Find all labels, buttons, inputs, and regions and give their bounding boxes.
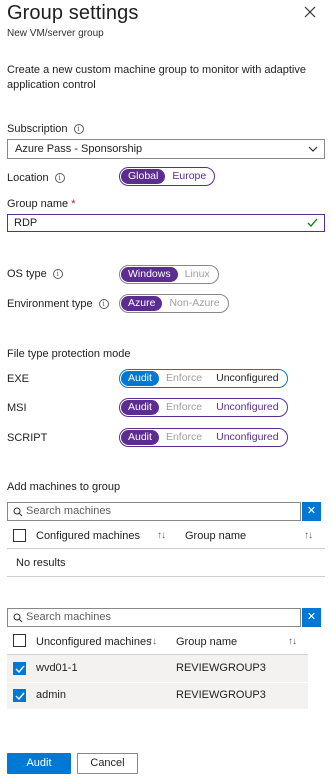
os-option-windows[interactable]: Windows bbox=[121, 267, 178, 282]
checkmark-icon bbox=[15, 665, 25, 673]
script-option-unconfigured[interactable]: Unconfigured bbox=[209, 430, 285, 445]
os-option-linux[interactable]: Linux bbox=[178, 267, 217, 282]
sort-icon[interactable]: ↑↓ bbox=[288, 636, 297, 647]
table-row[interactable]: wvd01-1 REVIEWGROUP3 bbox=[7, 655, 308, 682]
subscription-label: Subscription i bbox=[7, 123, 84, 135]
location-toggle[interactable]: Global Europe bbox=[119, 167, 216, 186]
location-option-global[interactable]: Global bbox=[121, 169, 166, 184]
search-icon bbox=[13, 507, 23, 517]
configured-col-group[interactable]: Group name bbox=[185, 530, 246, 542]
os-type-label: OS type i bbox=[7, 268, 63, 280]
panel-title: Group settings bbox=[7, 2, 139, 24]
subscription-dropdown[interactable]: Azure Pass - Sponsorship bbox=[7, 139, 325, 159]
exe-mode-toggle[interactable]: Audit Enforce Unconfigured bbox=[119, 369, 288, 388]
machine-group: REVIEWGROUP3 bbox=[176, 662, 266, 674]
unconfigured-col-machines[interactable]: Unconfigured machines bbox=[36, 636, 152, 648]
exe-label: EXE bbox=[7, 373, 30, 385]
os-type-toggle[interactable]: Windows Linux bbox=[119, 265, 219, 284]
msi-option-unconfigured[interactable]: Unconfigured bbox=[209, 400, 285, 415]
subscription-value: Azure Pass - Sponsorship bbox=[15, 143, 143, 155]
machine-name: wvd01-1 bbox=[36, 662, 78, 674]
unconfigured-search-input[interactable]: Search machines bbox=[7, 608, 301, 627]
configured-empty-message: No results bbox=[16, 557, 66, 569]
close-icon[interactable] bbox=[302, 4, 318, 20]
close-icon: ✕ bbox=[306, 505, 317, 517]
configured-clear-button[interactable]: ✕ bbox=[302, 502, 321, 521]
add-machines-title: Add machines to group bbox=[7, 481, 121, 493]
info-icon[interactable]: i bbox=[54, 173, 65, 183]
chevron-down-icon bbox=[308, 146, 318, 152]
file-protection-title: File type protection mode bbox=[7, 348, 131, 360]
info-icon[interactable]: i bbox=[52, 269, 63, 279]
info-icon[interactable]: i bbox=[98, 299, 109, 309]
location-label: Location i bbox=[7, 172, 65, 184]
configured-search-input[interactable]: Search machines bbox=[7, 502, 301, 521]
checkmark-icon bbox=[307, 218, 318, 227]
exe-option-enforce[interactable]: Enforce bbox=[159, 371, 209, 386]
row-checkbox[interactable] bbox=[13, 689, 26, 702]
checkmark-icon bbox=[15, 692, 25, 700]
script-option-enforce[interactable]: Enforce bbox=[159, 430, 209, 445]
close-icon: ✕ bbox=[306, 611, 317, 623]
machine-name: admin bbox=[36, 689, 66, 701]
configured-search-placeholder: Search machines bbox=[26, 505, 111, 517]
exe-option-unconfigured[interactable]: Unconfigured bbox=[209, 371, 285, 386]
configured-col-machines[interactable]: Configured machines bbox=[36, 530, 140, 542]
panel-description: Create a new custom machine group to mon… bbox=[7, 64, 306, 91]
divider bbox=[7, 548, 325, 549]
msi-mode-toggle[interactable]: Audit Enforce Unconfigured bbox=[119, 398, 288, 417]
msi-option-enforce[interactable]: Enforce bbox=[159, 400, 209, 415]
sort-icon[interactable]: ↑↓ bbox=[304, 530, 313, 541]
group-name-label: Group name * bbox=[7, 198, 76, 210]
unconfigured-col-group[interactable]: Group name bbox=[176, 636, 237, 648]
audit-button[interactable]: Audit bbox=[7, 753, 71, 774]
msi-label: MSI bbox=[7, 402, 27, 414]
script-option-audit[interactable]: Audit bbox=[121, 430, 159, 445]
sort-icon[interactable]: ↑↓ bbox=[157, 530, 166, 541]
script-label: SCRIPT bbox=[7, 432, 48, 444]
machine-group: REVIEWGROUP3 bbox=[176, 689, 266, 701]
location-option-europe[interactable]: Europe bbox=[165, 169, 213, 184]
configured-select-all-checkbox[interactable] bbox=[13, 529, 26, 542]
info-icon[interactable]: i bbox=[73, 124, 84, 134]
unconfigured-clear-button[interactable]: ✕ bbox=[302, 608, 321, 627]
sort-icon[interactable]: ↑↓ bbox=[148, 636, 157, 647]
cancel-button[interactable]: Cancel bbox=[77, 753, 138, 774]
panel-subtitle: New VM/server group bbox=[7, 28, 104, 39]
environment-type-toggle[interactable]: Azure Non-Azure bbox=[119, 294, 229, 313]
required-asterisk: * bbox=[71, 198, 76, 210]
environment-type-label: Environment type i bbox=[7, 298, 109, 310]
env-option-azure[interactable]: Azure bbox=[121, 296, 163, 311]
msi-option-audit[interactable]: Audit bbox=[121, 400, 159, 415]
table-row[interactable]: admin REVIEWGROUP3 bbox=[7, 683, 308, 709]
unconfigured-select-all-checkbox[interactable] bbox=[13, 634, 26, 647]
search-icon bbox=[13, 613, 23, 623]
row-checkbox[interactable] bbox=[13, 662, 26, 675]
script-mode-toggle[interactable]: Audit Enforce Unconfigured bbox=[119, 428, 288, 447]
group-name-value: RDP bbox=[14, 217, 38, 229]
group-name-input[interactable]: RDP bbox=[7, 214, 325, 232]
divider bbox=[7, 576, 325, 577]
unconfigured-search-placeholder: Search machines bbox=[26, 611, 111, 623]
env-option-non-azure[interactable]: Non-Azure bbox=[162, 296, 226, 311]
exe-option-audit[interactable]: Audit bbox=[121, 371, 159, 386]
